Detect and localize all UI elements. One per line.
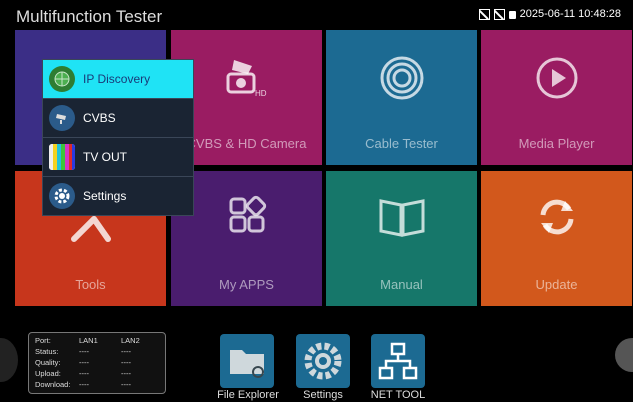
- folder-icon: [230, 350, 264, 378]
- title-bar: Multifunction Tester 2025-06-11 10:48:28: [0, 0, 633, 30]
- play-icon: [536, 57, 577, 99]
- dock-net-tool[interactable]: [371, 334, 425, 388]
- svg-text:HD: HD: [255, 89, 267, 98]
- tile-label: Manual: [380, 277, 423, 292]
- lan-status-panel: Port: LAN1 LAN2 Status: ---- ---- Qualit…: [28, 332, 166, 394]
- dock-label-settings: Settings: [303, 389, 343, 401]
- lan-row-value: ----: [79, 358, 89, 367]
- menu-item-label: TV OUT: [83, 150, 127, 164]
- lan-row-value: ----: [79, 369, 89, 378]
- menu-item-ip-discovery[interactable]: IP Discovery: [43, 60, 193, 98]
- color-bars-icon: [49, 144, 75, 170]
- popup-menu: IP Discovery CVBS TV OUT Settings: [42, 59, 194, 216]
- network-icon: [378, 342, 418, 380]
- side-drawer-handle[interactable]: [0, 338, 18, 382]
- no-display-icon: [493, 8, 505, 20]
- lan-row-label: Download:: [35, 380, 71, 389]
- datetime: 2025-06-11 10:48:28: [519, 8, 621, 20]
- lan-header-lan1: LAN1: [79, 336, 98, 345]
- lan-row-value: ----: [121, 380, 131, 389]
- cable-coil-icon: [380, 56, 423, 100]
- tile-manual[interactable]: Manual: [326, 171, 477, 306]
- lan-row-label: Upload:: [35, 369, 61, 378]
- menu-item-settings[interactable]: Settings: [43, 177, 193, 215]
- refresh-icon: [540, 199, 573, 235]
- lan-row-value: ----: [121, 347, 131, 356]
- menu-item-label: CVBS: [83, 111, 116, 125]
- gear-icon: [304, 342, 342, 380]
- lan-row-value: ----: [79, 380, 89, 389]
- dock-label-file-explorer: File Explorer: [217, 389, 279, 401]
- lan-header-lan2: LAN2: [121, 336, 140, 345]
- search-button[interactable]: [615, 338, 633, 372]
- lan-header-port: Port:: [35, 336, 51, 345]
- menu-item-label: IP Discovery: [83, 72, 151, 86]
- lock-icon: [508, 11, 516, 19]
- menu-item-label: Settings: [83, 189, 127, 203]
- tile-label: Media Player: [518, 136, 595, 151]
- menu-item-cvbs[interactable]: CVBS: [43, 99, 193, 137]
- status-bar: 2025-06-11 10:48:28: [478, 8, 621, 20]
- gear-icon: [49, 183, 75, 209]
- tile-label: My APPS: [219, 277, 274, 292]
- camera-icon: HD: [226, 60, 267, 98]
- app-title: Multifunction Tester: [16, 7, 163, 26]
- dock-file-explorer[interactable]: [220, 334, 274, 388]
- tile-cable-tester[interactable]: Cable Tester: [326, 30, 477, 165]
- dock-settings[interactable]: [296, 334, 350, 388]
- menu-item-tv-out[interactable]: TV OUT: [43, 138, 193, 176]
- lan-row-label: Status:: [35, 347, 59, 356]
- camera-icon: [49, 105, 75, 131]
- lan-row-value: ----: [79, 347, 89, 356]
- lan-row-value: ----: [121, 369, 131, 378]
- dock-label-net-tool: NET TOOL: [370, 389, 426, 401]
- apps-icon: [229, 195, 266, 233]
- book-icon: [379, 199, 424, 237]
- lan-row-label: Quality:: [35, 358, 61, 367]
- globe-icon: [49, 66, 75, 92]
- tile-label: Update: [535, 277, 578, 292]
- tile-label: Cable Tester: [365, 136, 438, 151]
- tile-label: Tools: [75, 277, 106, 292]
- tile-update[interactable]: Update: [481, 171, 632, 306]
- tile-media-player[interactable]: Media Player: [481, 30, 632, 165]
- no-signal-icon: [478, 8, 490, 20]
- lan-row-value: ----: [121, 358, 131, 367]
